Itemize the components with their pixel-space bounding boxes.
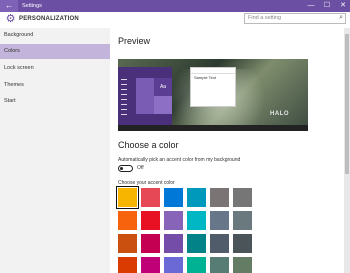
color-swatch[interactable] bbox=[141, 211, 160, 230]
sidebar-item-background[interactable]: Background bbox=[0, 28, 110, 43]
search-icon[interactable]: ⌕ bbox=[339, 14, 343, 22]
window-title: Settings bbox=[22, 3, 42, 9]
maximize-button[interactable]: ☐ bbox=[320, 0, 334, 12]
color-swatch[interactable] bbox=[118, 234, 137, 253]
color-swatch[interactable] bbox=[210, 257, 229, 273]
color-swatch[interactable] bbox=[141, 188, 160, 207]
color-swatch[interactable] bbox=[210, 188, 229, 207]
theme-preview: Aa Sample Text HALO bbox=[118, 59, 308, 131]
sidebar-item-start[interactable]: Start bbox=[0, 94, 110, 109]
color-swatch[interactable] bbox=[187, 257, 206, 273]
scroll-thumb[interactable] bbox=[345, 34, 349, 174]
color-swatch[interactable] bbox=[117, 187, 138, 208]
scrollbar[interactable] bbox=[344, 28, 350, 273]
preview-logo: HALO bbox=[270, 111, 289, 117]
preview-window: Sample Text bbox=[190, 67, 236, 107]
title-bar: ← Settings — ☐ ✕ bbox=[0, 0, 350, 12]
search-placeholder: Find a setting bbox=[248, 15, 282, 21]
color-swatch[interactable] bbox=[164, 234, 183, 253]
color-swatch[interactable] bbox=[164, 188, 183, 207]
preview-start-menu: Aa bbox=[118, 67, 172, 125]
color-swatch[interactable] bbox=[233, 257, 252, 273]
color-swatch[interactable] bbox=[164, 257, 183, 273]
color-swatch[interactable] bbox=[164, 211, 183, 230]
preview-sample-text: Sample Text bbox=[194, 75, 216, 80]
sidebar-item-lock-screen[interactable]: Lock screen bbox=[0, 61, 110, 76]
preview-window-titlebar bbox=[191, 68, 235, 74]
color-swatch[interactable] bbox=[210, 211, 229, 230]
sidebar-item-themes[interactable]: Themes bbox=[0, 78, 110, 93]
toggle-knob bbox=[120, 167, 123, 170]
gear-icon: ⚙ bbox=[5, 13, 16, 25]
accent-color-label: Choose your accent color bbox=[118, 180, 175, 186]
color-swatch[interactable] bbox=[210, 234, 229, 253]
auto-accent-toggle[interactable] bbox=[118, 165, 133, 172]
color-swatch[interactable] bbox=[141, 257, 160, 273]
accent-color-grid bbox=[117, 187, 259, 273]
preview-heading: Preview bbox=[118, 36, 151, 46]
color-heading: Choose a color bbox=[118, 140, 179, 150]
back-button[interactable]: ← bbox=[0, 0, 18, 12]
search-input[interactable]: Find a setting ⌕ bbox=[244, 13, 346, 24]
minimize-button[interactable]: — bbox=[304, 0, 318, 12]
color-swatch[interactable] bbox=[187, 211, 206, 230]
preview-tile-aa: Aa bbox=[154, 78, 172, 96]
color-swatch[interactable] bbox=[233, 234, 252, 253]
preview-start-list bbox=[121, 79, 127, 119]
preview-tile bbox=[136, 96, 154, 114]
color-swatch[interactable] bbox=[187, 188, 206, 207]
close-button[interactable]: ✕ bbox=[336, 0, 350, 12]
color-swatch[interactable] bbox=[187, 234, 206, 253]
preview-tile bbox=[154, 96, 172, 114]
color-swatch[interactable] bbox=[141, 234, 160, 253]
color-swatch[interactable] bbox=[233, 211, 252, 230]
toggle-state-label: Off bbox=[137, 165, 144, 171]
preview-tile bbox=[136, 78, 154, 96]
preview-taskbar bbox=[118, 125, 308, 131]
color-swatch[interactable] bbox=[233, 188, 252, 207]
sidebar-item-colors[interactable]: Colors bbox=[0, 44, 110, 59]
color-swatch[interactable] bbox=[118, 211, 137, 230]
section-title: PERSONALIZATION bbox=[19, 16, 79, 22]
color-swatch[interactable] bbox=[118, 257, 137, 273]
auto-accent-label: Automatically pick an accent color from … bbox=[118, 157, 241, 163]
main-content: Preview Aa Sample Text HALO Choose a col… bbox=[110, 28, 350, 273]
sidebar: Background Colors Lock screen Themes Sta… bbox=[0, 28, 110, 273]
